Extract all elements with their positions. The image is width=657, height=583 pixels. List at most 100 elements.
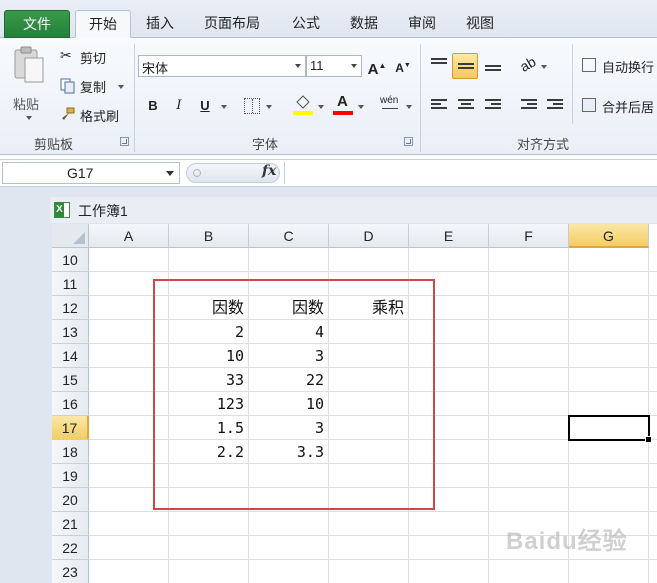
borders-button[interactable]	[244, 98, 260, 114]
grow-font-button[interactable]: A▲	[366, 55, 388, 78]
row-header-17[interactable]: 17	[52, 416, 89, 440]
font-color-swatch	[333, 111, 353, 115]
decrease-indent-button[interactable]	[518, 95, 540, 117]
borders-dropdown-arrow[interactable]	[266, 105, 272, 109]
tab-home[interactable]: 开始	[75, 10, 131, 38]
column-header-d[interactable]: D	[329, 224, 409, 248]
formula-input[interactable]	[284, 162, 657, 184]
paste-dropdown-arrow	[26, 116, 32, 120]
column-header-g[interactable]: G	[569, 224, 649, 248]
copy-dropdown-arrow	[118, 85, 124, 89]
tab-insert[interactable]: 插入	[146, 10, 174, 38]
merge-center-label: 合并后居	[602, 100, 655, 115]
shrink-font-button[interactable]: A▼	[392, 55, 414, 77]
column-header-a[interactable]: A	[89, 224, 169, 248]
row-header-18[interactable]: 18	[52, 440, 89, 464]
format-painter-button[interactable]: 格式刷	[60, 105, 130, 125]
wrap-text-button[interactable]: 自动换行	[580, 55, 657, 77]
ribbon-tab-bar: 文件 开始 插入 页面布局 公式 数据 审阅 视图	[0, 0, 657, 38]
row-header-21[interactable]: 21	[52, 512, 89, 536]
copy-label: 复制	[80, 80, 107, 95]
font-dialog-launcher[interactable]	[404, 137, 413, 146]
align-middle-button[interactable]	[452, 53, 478, 79]
highlight-rectangle	[153, 279, 435, 510]
row-header-15[interactable]: 15	[52, 368, 89, 392]
underline-button[interactable]: U	[194, 95, 216, 117]
select-all-button[interactable]	[52, 224, 89, 248]
row-header-20[interactable]: 20	[52, 488, 89, 512]
row-header-12[interactable]: 12	[52, 296, 89, 320]
align-right-icon	[485, 99, 501, 113]
phonetic-dropdown-arrow[interactable]	[406, 105, 412, 109]
grid-line-horizontal	[89, 559, 657, 560]
font-color-button[interactable]: A	[332, 93, 354, 116]
grow-font-label: A	[367, 61, 379, 78]
align-top-button[interactable]	[428, 55, 450, 77]
chevron-down-icon	[166, 171, 174, 176]
shrink-font-arrow-icon: ▼	[403, 62, 411, 69]
name-box-value: G17	[67, 165, 94, 181]
align-right-button[interactable]	[482, 95, 504, 117]
column-header-f[interactable]: F	[489, 224, 569, 248]
tab-formulas[interactable]: 公式	[292, 10, 320, 38]
watermark-text: Baidu经验	[506, 528, 628, 555]
align-bottom-button[interactable]	[482, 55, 504, 77]
cut-button[interactable]: ✂ 剪切	[60, 47, 130, 67]
shrink-font-label: A	[395, 61, 404, 75]
increase-indent-icon	[547, 99, 563, 113]
paint-bucket-icon	[296, 95, 310, 109]
workbook-titlebar: 工作簿1	[50, 197, 657, 223]
wrap-text-label: 自动换行	[602, 60, 655, 75]
tab-file[interactable]: 文件	[4, 10, 70, 38]
fill-color-dropdown-arrow[interactable]	[318, 105, 324, 109]
font-size-select[interactable]: 11	[306, 55, 362, 77]
font-name-select[interactable]: 宋体	[138, 55, 306, 77]
row-header-19[interactable]: 19	[52, 464, 89, 488]
row-header-16[interactable]: 16	[52, 392, 89, 416]
merge-center-button[interactable]: 合并后居	[580, 95, 657, 117]
italic-button[interactable]: I	[168, 95, 190, 117]
orientation-icon: ab	[517, 53, 539, 75]
clipboard-dialog-launcher[interactable]	[120, 137, 129, 146]
underline-dropdown-arrow[interactable]	[221, 105, 227, 109]
tab-review[interactable]: 审阅	[408, 10, 436, 38]
font-color-dropdown-arrow[interactable]	[358, 105, 364, 109]
fill-color-swatch	[293, 111, 313, 115]
align-left-button[interactable]	[428, 95, 450, 117]
tab-view[interactable]: 视图	[466, 10, 494, 38]
align-top-icon	[431, 58, 447, 72]
row-header-10[interactable]: 10	[52, 248, 89, 272]
fx-icon: fx	[262, 163, 277, 179]
row-header-23[interactable]: 23	[52, 560, 89, 583]
ribbon-separator	[134, 44, 135, 152]
align-center-button[interactable]	[455, 95, 477, 117]
tab-data[interactable]: 数据	[350, 10, 378, 38]
copy-button[interactable]: 复制	[60, 76, 130, 96]
row-header-13[interactable]: 13	[52, 320, 89, 344]
selected-cell-g17[interactable]	[568, 415, 652, 443]
row-header-22[interactable]: 22	[52, 536, 89, 560]
merge-center-icon	[582, 98, 596, 112]
grid-line-horizontal	[89, 271, 657, 272]
splitter-handle-icon	[193, 169, 201, 177]
paste-button[interactable]: 粘贴	[8, 44, 50, 124]
bold-button[interactable]: B	[142, 95, 164, 117]
brush-icon	[62, 107, 75, 120]
copy-icon	[60, 78, 75, 94]
row-header-14[interactable]: 14	[52, 344, 89, 368]
font-color-label: A	[337, 93, 348, 110]
fill-color-button[interactable]	[292, 94, 314, 116]
name-box[interactable]: G17	[2, 162, 180, 184]
phonetic-button[interactable]: wén	[380, 94, 404, 116]
row-header-11[interactable]: 11	[52, 272, 89, 296]
orientation-button[interactable]: ab	[517, 53, 548, 77]
formula-bar: G17 fx	[0, 159, 657, 187]
tab-page-layout[interactable]: 页面布局	[204, 10, 260, 38]
insert-function-button[interactable]: fx	[262, 163, 276, 179]
column-header-b[interactable]: B	[169, 224, 249, 248]
column-header-e[interactable]: E	[409, 224, 489, 248]
increase-indent-button[interactable]	[544, 95, 566, 117]
borders-icon	[252, 99, 253, 113]
column-header-c[interactable]: C	[249, 224, 329, 248]
grid-line-horizontal	[89, 511, 657, 512]
